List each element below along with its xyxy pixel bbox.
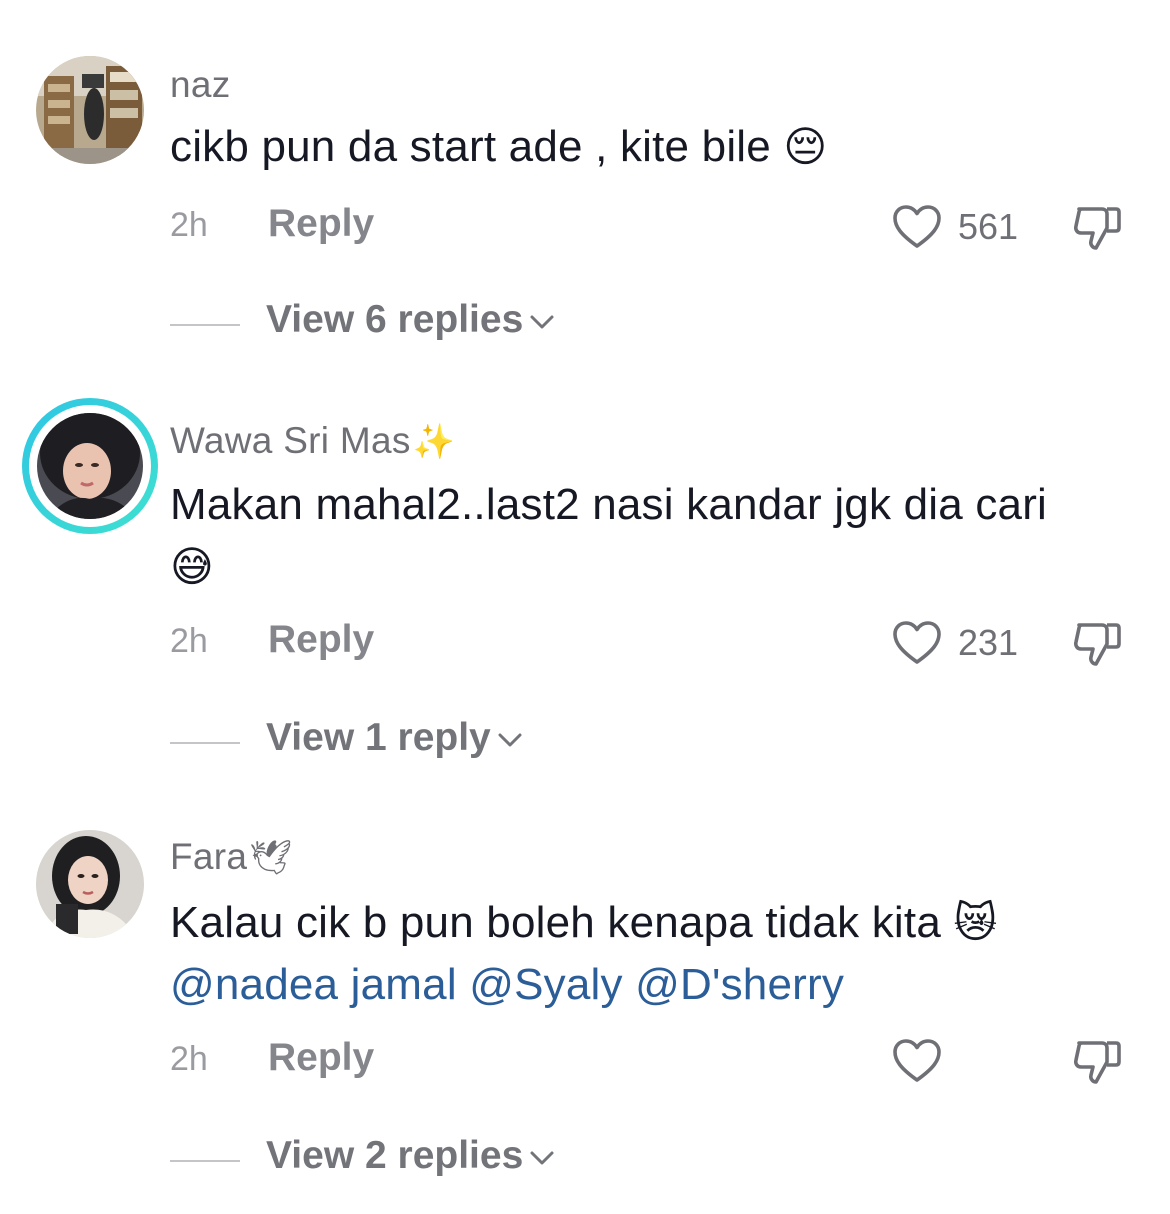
avatar[interactable] bbox=[36, 830, 144, 938]
chevron-down-icon[interactable] bbox=[529, 313, 555, 331]
comment-actions: 2h Reply 231 bbox=[170, 618, 1130, 668]
chevron-down-icon[interactable] bbox=[497, 731, 523, 749]
thumbs-down-outline-icon[interactable] bbox=[1072, 204, 1122, 252]
sparkles-emoji: ✨ bbox=[412, 422, 456, 462]
comment-username[interactable]: naz bbox=[170, 64, 231, 106]
username-text[interactable]: Wawa Sri Mas bbox=[170, 420, 411, 461]
comment-body: Makan mahal2..last2 nasi kandar jgk dia … bbox=[170, 480, 1048, 529]
reply-button[interactable]: Reply bbox=[268, 1036, 374, 1080]
heart-outline-icon[interactable] bbox=[892, 204, 942, 250]
comment-body: cikb pun da start ade , kite bile bbox=[170, 122, 771, 171]
comment-username[interactable]: Wawa Sri Mas✨ bbox=[170, 420, 455, 462]
comment-actions: 2h Reply 561 bbox=[170, 202, 1130, 252]
chevron-down-icon[interactable] bbox=[529, 1149, 555, 1167]
thumbs-down-outline-icon[interactable] bbox=[1072, 1038, 1122, 1086]
pensive-emoji: 😔 bbox=[783, 122, 828, 171]
heart-outline-icon[interactable] bbox=[892, 1038, 942, 1084]
comment-timestamp: 2h bbox=[170, 622, 208, 660]
crying-cat-emoji: 😿 bbox=[953, 898, 998, 947]
avatar[interactable] bbox=[37, 413, 143, 519]
mention-link[interactable]: @Syaly bbox=[469, 960, 622, 1009]
like-count: 561 bbox=[958, 206, 1019, 247]
mention-link[interactable]: @nadea jamal bbox=[170, 960, 457, 1009]
comment-actions: 2h Reply bbox=[170, 1036, 1130, 1086]
username-text[interactable]: naz bbox=[170, 64, 231, 105]
divider-line bbox=[170, 742, 240, 744]
like-count: 231 bbox=[958, 622, 1019, 663]
comment-text: Kalau cik b pun boleh kenapa tidak kita … bbox=[170, 892, 1130, 1016]
comment-timestamp: 2h bbox=[170, 1040, 208, 1078]
view-replies-label[interactable]: View 6 replies bbox=[266, 298, 523, 341]
reply-button[interactable]: Reply bbox=[268, 618, 374, 662]
username-text[interactable]: Fara bbox=[170, 836, 247, 877]
reply-button[interactable]: Reply bbox=[268, 202, 374, 246]
view-replies-label[interactable]: View 1 reply bbox=[266, 716, 491, 759]
heart-outline-icon[interactable] bbox=[892, 620, 942, 666]
grinning-sweat-emoji: 😅 bbox=[170, 542, 214, 591]
comment-username[interactable]: Fara🕊 bbox=[170, 836, 293, 878]
comment-text: cikb pun da start ade , kite bile 😔 bbox=[170, 116, 1130, 178]
thumbs-down-outline-icon[interactable] bbox=[1072, 620, 1122, 668]
divider-line bbox=[170, 324, 240, 326]
avatar[interactable] bbox=[36, 56, 144, 164]
divider-line bbox=[170, 1160, 240, 1162]
avatar-story-ring[interactable] bbox=[22, 398, 158, 534]
comment-body: Kalau cik b pun boleh kenapa tidak kita bbox=[170, 898, 941, 947]
dove-emoji: 🕊 bbox=[249, 838, 293, 878]
comment-timestamp: 2h bbox=[170, 206, 208, 244]
view-replies-label[interactable]: View 2 replies bbox=[266, 1134, 523, 1177]
comment-text: Makan mahal2..last2 nasi kandar jgk dia … bbox=[170, 474, 1130, 598]
mention-link[interactable]: @D'sherry bbox=[635, 960, 844, 1009]
